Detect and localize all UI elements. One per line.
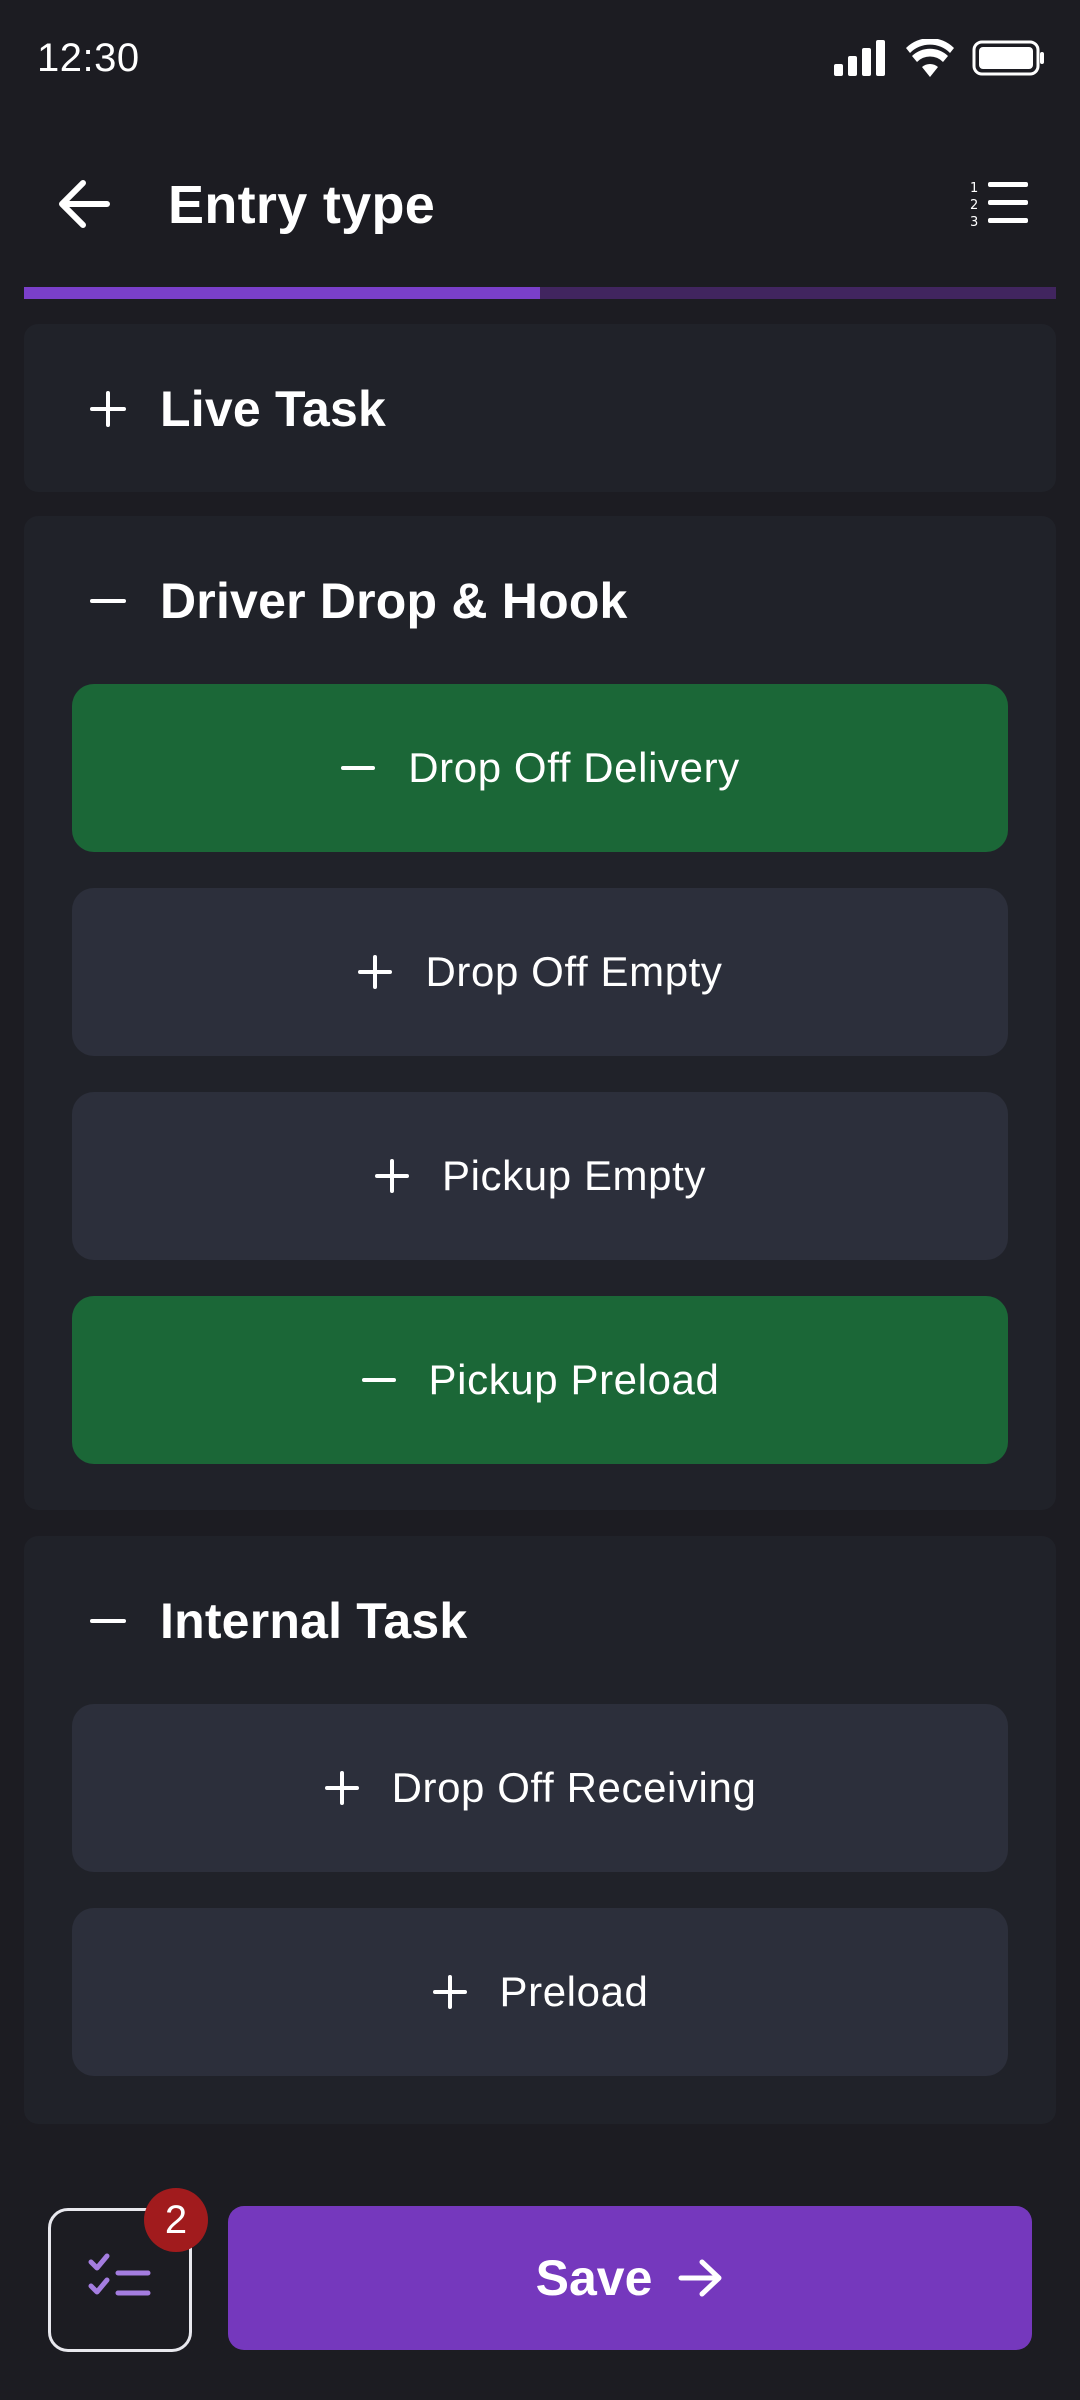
battery-icon: [972, 40, 1046, 81]
option-pickup-empty[interactable]: Pickup Empty: [72, 1092, 1008, 1260]
section-live-task: Live Task: [24, 324, 1056, 492]
plus-icon: [324, 1770, 360, 1806]
plus-icon: [432, 1974, 468, 2010]
section-title: Driver Drop & Hook: [160, 573, 628, 629]
minus-icon: [88, 1601, 128, 1641]
section-title: Internal Task: [160, 1593, 468, 1649]
section-header-driver-drop-hook[interactable]: Driver Drop & Hook: [24, 516, 1056, 686]
numbered-list-button[interactable]: 1 2 3: [964, 170, 1036, 242]
option-label: Pickup Preload: [428, 1356, 720, 1403]
option-drop-off-empty[interactable]: Drop Off Empty: [72, 888, 1008, 1056]
option-label: Drop Off Delivery: [408, 744, 740, 791]
save-button[interactable]: Save: [228, 2206, 1032, 2350]
plus-icon: [374, 1158, 410, 1194]
progress-fill: [24, 287, 540, 299]
bottom-bar: 2 Save: [0, 2180, 1080, 2400]
section-driver-drop-hook: Driver Drop & Hook Drop Off Delivery Dro…: [24, 516, 1056, 1510]
wifi-icon: [906, 37, 954, 82]
svg-text:3: 3: [970, 215, 978, 229]
minus-icon: [361, 1362, 397, 1398]
option-preload[interactable]: Preload: [72, 1908, 1008, 2076]
count-badge: 2: [144, 2188, 208, 2252]
plus-icon: [88, 389, 128, 429]
option-pickup-preload[interactable]: Pickup Preload: [72, 1296, 1008, 1464]
option-label: Drop Off Empty: [425, 948, 723, 995]
arrow-left-icon: [57, 179, 111, 234]
back-button[interactable]: [48, 170, 120, 242]
arrow-right-icon: [678, 2258, 724, 2298]
save-label: Save: [535, 2250, 653, 2306]
progress-bar: [24, 287, 1056, 299]
app-bar: Entry type 1 2 3: [0, 140, 1080, 270]
checklist-icon: [88, 2253, 152, 2308]
option-label: Drop Off Receiving: [391, 1764, 757, 1811]
minus-icon: [340, 750, 376, 786]
signal-icon: [834, 39, 888, 81]
minus-icon: [88, 581, 128, 621]
status-time: 12:30: [37, 36, 140, 80]
option-label: Preload: [499, 1968, 649, 2015]
status-icons: [834, 37, 1046, 82]
svg-text:2: 2: [970, 198, 978, 213]
page-title: Entry type: [168, 175, 436, 235]
plus-icon: [357, 954, 393, 990]
status-bar: 12:30: [0, 0, 1080, 120]
section-title: Live Task: [160, 381, 386, 437]
option-drop-off-delivery[interactable]: Drop Off Delivery: [72, 684, 1008, 852]
option-drop-off-receiving[interactable]: Drop Off Receiving: [72, 1704, 1008, 1872]
section-header-live-task[interactable]: Live Task: [24, 324, 1056, 494]
svg-text:1: 1: [970, 181, 978, 196]
section-internal-task: Internal Task Drop Off Receiving Preload: [24, 1536, 1056, 2124]
section-header-internal-task[interactable]: Internal Task: [24, 1536, 1056, 1706]
option-label: Pickup Empty: [442, 1152, 706, 1199]
numbered-list-icon: 1 2 3: [970, 179, 1030, 234]
